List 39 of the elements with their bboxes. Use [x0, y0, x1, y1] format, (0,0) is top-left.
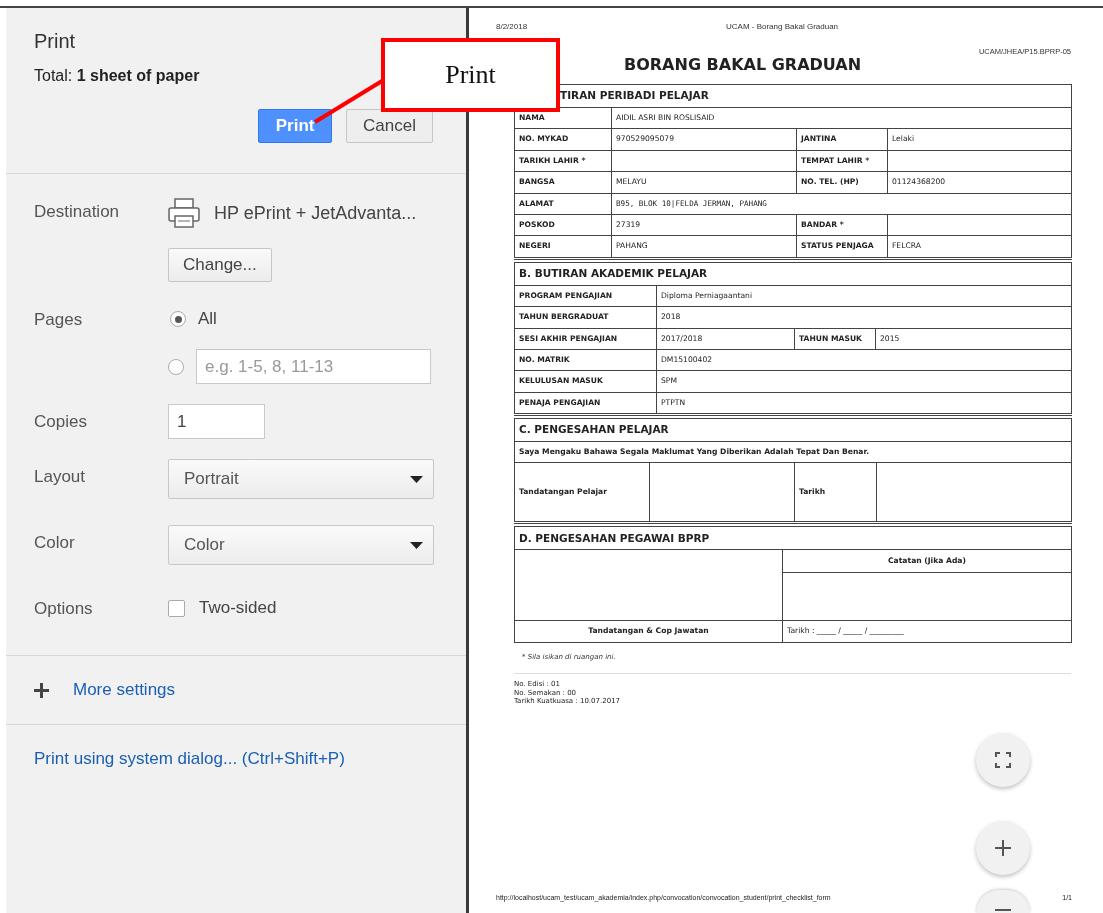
setting-label: Pages: [34, 309, 84, 330]
section-heading: B. BUTIRAN AKADEMIK PELAJAR: [515, 262, 1072, 286]
form-title: BORANG BAKAL GRADUAN: [623, 54, 863, 74]
setting-label: Color: [34, 532, 76, 553]
cancel-button[interactable]: Cancel: [346, 109, 433, 143]
setting-label: Copies: [34, 411, 88, 432]
fullscreen-icon: [995, 752, 1011, 768]
radio-button[interactable]: [168, 358, 184, 375]
zoom-in-button[interactable]: [976, 821, 1030, 875]
setting-label: Destination: [34, 201, 121, 222]
minus-icon: [995, 909, 1011, 911]
change-button[interactable]: Change...: [168, 248, 272, 282]
callout-box: Print: [381, 38, 560, 112]
option-label: All: [198, 309, 217, 329]
page-range-field[interactable]: e.g. 1-5, 8, 11-13: [196, 349, 431, 384]
sheet-total: Total: 1 sheet of paper: [34, 67, 201, 85]
caret-icon: [410, 475, 423, 483]
setting-label: Options: [34, 598, 94, 619]
copies-field[interactable]: 1: [168, 404, 265, 439]
system-dialog-link[interactable]: Print using system dialog... (Ctrl+Shift+P): [34, 749, 345, 768]
page-header-title: UCAM - Borang Bakal Graduan: [726, 22, 839, 31]
radio-button[interactable]: [170, 311, 186, 327]
plus-icon: [34, 682, 49, 698]
printer-icon: [168, 198, 200, 228]
print-date: 8/2/2018: [496, 22, 529, 31]
more-settings-link[interactable]: More settings: [73, 680, 176, 700]
dropdown[interactable]: Color: [168, 525, 434, 565]
dialog-title: Print: [34, 30, 77, 53]
setting-label: Layout: [34, 466, 87, 487]
plus-icon: [995, 840, 1011, 856]
dropdown[interactable]: Portrait: [168, 459, 434, 499]
printer-name: HP ePrint + JetAdvanta...: [214, 202, 417, 224]
checkbox[interactable]: [168, 599, 185, 617]
caret-icon: [410, 541, 423, 549]
section-heading: C. PENGESAHAN PELAJAR: [515, 419, 1072, 443]
checkbox-label: Two-sided: [199, 598, 277, 618]
fit-to-page-button[interactable]: [976, 733, 1030, 787]
section-heading: D. PENGESAHAN PEGAWAI BPRP: [515, 527, 1072, 551]
zoom-out-button[interactable]: [976, 890, 1030, 913]
